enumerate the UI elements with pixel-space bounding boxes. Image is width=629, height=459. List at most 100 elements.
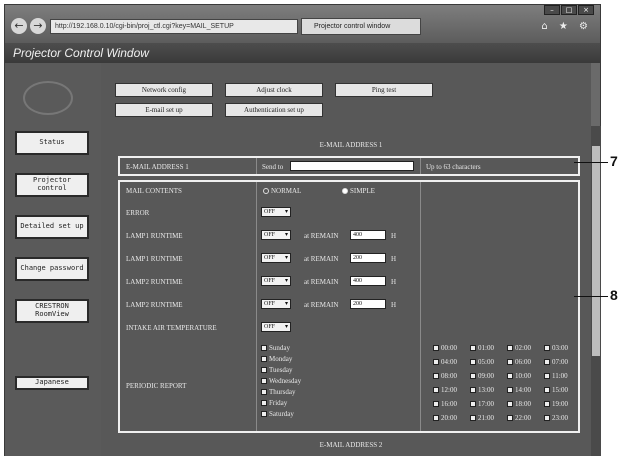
time-checkbox-item[interactable]: 04:00	[433, 358, 457, 366]
forward-icon[interactable]: →	[30, 18, 46, 34]
lamp2-b-remain-input[interactable]: 200	[350, 299, 386, 309]
checkbox-icon[interactable]	[470, 373, 476, 380]
time-checkbox-item[interactable]: 23:00	[544, 414, 568, 422]
lamp2-b-select[interactable]: OFF	[261, 299, 291, 309]
time-checkbox-item[interactable]: 17:00	[470, 400, 494, 408]
checkbox-icon[interactable]	[261, 356, 267, 363]
time-checkbox-item[interactable]: 01:00	[470, 344, 494, 352]
checkbox-icon[interactable]	[261, 367, 267, 374]
checkbox-icon[interactable]	[544, 359, 550, 366]
checkbox-icon[interactable]	[433, 401, 439, 408]
checkbox-icon[interactable]	[507, 345, 513, 352]
intake-air-select[interactable]: OFF	[261, 322, 291, 332]
maximize-button[interactable]: □	[561, 5, 577, 15]
browser-tab[interactable]: Projector control window	[301, 18, 421, 35]
error-select[interactable]: OFF	[261, 207, 291, 217]
sidebar-button-crestron[interactable]: CRESTRON RoomView	[15, 299, 89, 323]
checkbox-icon[interactable]	[433, 359, 439, 366]
checkbox-icon[interactable]	[544, 415, 550, 422]
scrollbar-thumb[interactable]	[592, 146, 600, 356]
lamp1-b-select[interactable]: OFF	[261, 253, 291, 263]
checkbox-icon[interactable]	[261, 378, 267, 385]
day-checkbox-item[interactable]: Sunday	[261, 344, 290, 352]
sidebar-button-status[interactable]: Status	[15, 131, 89, 155]
checkbox-icon[interactable]	[507, 359, 513, 366]
time-checkbox-item[interactable]: 05:00	[470, 358, 494, 366]
day-checkbox-item[interactable]: Tuesday	[261, 366, 292, 374]
checkbox-icon[interactable]	[507, 415, 513, 422]
time-label: 04:00	[441, 358, 457, 366]
sidebar-button-detailed-setup[interactable]: Detailed set up	[15, 215, 89, 239]
lamp2-a-select[interactable]: OFF	[261, 276, 291, 286]
tab-adjust-clock[interactable]: Adjust clock	[225, 83, 323, 97]
checkbox-icon[interactable]	[261, 389, 267, 396]
checkbox-icon[interactable]	[544, 387, 550, 394]
day-checkbox-item[interactable]: Wednesday	[261, 377, 301, 385]
checkbox-icon[interactable]	[433, 415, 439, 422]
day-checkbox-item[interactable]: Friday	[261, 399, 287, 407]
lamp1-b-remain-input[interactable]: 200	[350, 253, 386, 263]
tab-ping-test[interactable]: Ping test	[335, 83, 433, 97]
sidebar-button-projector-control[interactable]: Projector control	[15, 173, 89, 197]
back-icon[interactable]: ←	[11, 18, 27, 34]
minimize-button[interactable]: –	[544, 5, 560, 15]
time-checkbox-item[interactable]: 02:00	[507, 344, 531, 352]
time-checkbox-item[interactable]: 00:00	[433, 344, 457, 352]
time-checkbox-item[interactable]: 10:00	[507, 372, 531, 380]
radio-simple[interactable]: SIMPLE	[342, 187, 375, 195]
time-checkbox-item[interactable]: 09:00	[470, 372, 494, 380]
vertical-scrollbar[interactable]	[591, 126, 601, 456]
time-checkbox-item[interactable]: 03:00	[544, 344, 568, 352]
time-checkbox-item[interactable]: 19:00	[544, 400, 568, 408]
time-label: 07:00	[552, 358, 568, 366]
day-checkbox-item[interactable]: Saturday	[261, 410, 294, 418]
radio-simple-icon[interactable]	[342, 188, 348, 195]
tab-email-setup[interactable]: E-mail set up	[115, 103, 213, 117]
time-checkbox-item[interactable]: 11:00	[544, 372, 568, 380]
time-checkbox-item[interactable]: 13:00	[470, 386, 494, 394]
day-checkbox-item[interactable]: Monday	[261, 355, 292, 363]
radio-normal[interactable]: NORMAL	[263, 187, 301, 195]
day-checkbox-item[interactable]: Thursday	[261, 388, 295, 396]
checkbox-icon[interactable]	[433, 345, 439, 352]
toolbar-icons[interactable]: ⌂ ★ ⚙	[541, 21, 592, 32]
checkbox-icon[interactable]	[470, 415, 476, 422]
checkbox-icon[interactable]	[507, 387, 513, 394]
lamp2-a-remain-input[interactable]: 400	[350, 276, 386, 286]
checkbox-icon[interactable]	[544, 401, 550, 408]
tab-authentication-setup[interactable]: Authentication set up	[225, 103, 323, 117]
radio-normal-icon[interactable]	[263, 188, 269, 195]
checkbox-icon[interactable]	[470, 387, 476, 394]
time-checkbox-item[interactable]: 12:00	[433, 386, 457, 394]
time-checkbox-item[interactable]: 14:00	[507, 386, 531, 394]
checkbox-icon[interactable]	[470, 345, 476, 352]
address-bar[interactable]: http://192.168.0.10/cgi-bin/proj_ctl.cgi…	[50, 19, 298, 34]
checkbox-icon[interactable]	[507, 373, 513, 380]
time-checkbox-item[interactable]: 07:00	[544, 358, 568, 366]
checkbox-icon[interactable]	[433, 373, 439, 380]
sidebar-button-change-password[interactable]: Change password	[15, 257, 89, 281]
checkbox-icon[interactable]	[470, 401, 476, 408]
lamp1-a-remain-input[interactable]: 400	[350, 230, 386, 240]
close-button[interactable]: ×	[578, 5, 594, 15]
time-checkbox-item[interactable]: 16:00	[433, 400, 457, 408]
email-address-input[interactable]	[290, 161, 414, 171]
time-checkbox-item[interactable]: 06:00	[507, 358, 531, 366]
checkbox-icon[interactable]	[544, 345, 550, 352]
checkbox-icon[interactable]	[261, 400, 267, 407]
time-checkbox-item[interactable]: 20:00	[433, 414, 457, 422]
tab-network-config[interactable]: Network config	[115, 83, 213, 97]
lamp1-a-select[interactable]: OFF	[261, 230, 291, 240]
checkbox-icon[interactable]	[261, 345, 267, 352]
checkbox-icon[interactable]	[544, 373, 550, 380]
time-checkbox-item[interactable]: 18:00	[507, 400, 531, 408]
time-checkbox-item[interactable]: 08:00	[433, 372, 457, 380]
time-checkbox-item[interactable]: 22:00	[507, 414, 531, 422]
checkbox-icon[interactable]	[433, 387, 439, 394]
time-checkbox-item[interactable]: 15:00	[544, 386, 568, 394]
checkbox-icon[interactable]	[470, 359, 476, 366]
time-checkbox-item[interactable]: 21:00	[470, 414, 494, 422]
sidebar-button-japanese[interactable]: Japanese	[15, 376, 89, 390]
checkbox-icon[interactable]	[261, 411, 267, 418]
checkbox-icon[interactable]	[507, 401, 513, 408]
